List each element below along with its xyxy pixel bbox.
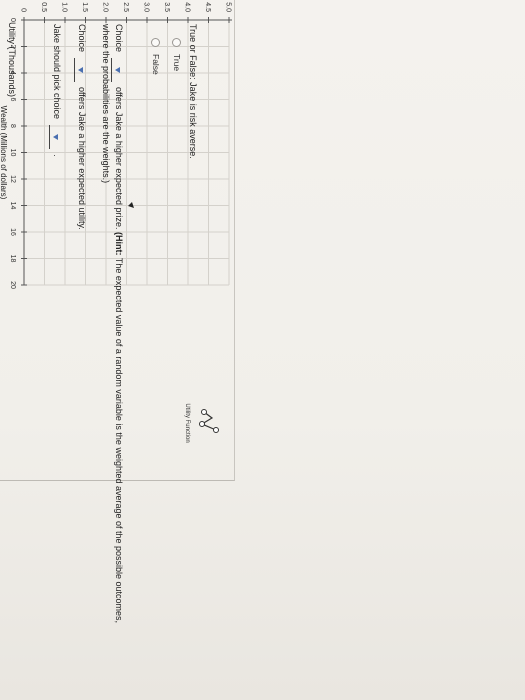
pick-period: . xyxy=(52,154,62,157)
question-pick-choice: Jake should pick choice . xyxy=(49,24,62,157)
option-false[interactable]: False xyxy=(151,38,161,75)
polyline-node-icon xyxy=(201,409,207,415)
choice-dropdown-utility[interactable] xyxy=(74,57,86,82)
x-tick-label: 8 xyxy=(9,124,16,128)
hint-text: The expected value of a random variable … xyxy=(114,257,124,624)
option-true[interactable]: True xyxy=(172,38,182,71)
page-content: 0 0.5 1.0 1.5 2.0 2.5 3.0 3.5 4.0 4.5 5.0 0 2 4 6 8 10 12… xyxy=(0,0,525,700)
y-tick-label: 2.0 xyxy=(102,2,109,12)
y-tick-label: 0 xyxy=(20,8,27,12)
y-axis-title: Utility (Thousands) xyxy=(7,22,17,97)
caret-down-icon xyxy=(53,133,58,140)
y-tick-label: 1.0 xyxy=(61,2,68,12)
choice-dropdown-pick[interactable] xyxy=(49,124,61,149)
x-tick-label: 6 xyxy=(9,98,16,102)
y-tick-label: 5.0 xyxy=(225,2,232,12)
x-tick-label: 20 xyxy=(9,281,16,289)
question-expected-utility: Choice offers Jake a higher expected uti… xyxy=(74,24,87,230)
hint-label: (Hint: xyxy=(114,231,124,256)
x-axis-title: Wealth (Millions of dollars) xyxy=(0,106,8,200)
question-risk-averse: True or False: Jake is risk averse. xyxy=(188,24,198,159)
choice-word-3: Choice xyxy=(77,24,87,53)
x-tick-label: 14 xyxy=(9,202,16,210)
radio-false[interactable] xyxy=(151,38,161,47)
utility-function-label: Utility Function xyxy=(184,403,190,442)
prize-sentence: offers Jake a higher expected prize. xyxy=(114,87,124,230)
x-tick-label: 10 xyxy=(9,149,16,157)
x-tick-label: 18 xyxy=(9,255,16,263)
choice-word-2: Choice xyxy=(114,24,124,53)
y-tick-label: 4.0 xyxy=(184,2,191,12)
y-tick-label: 3.5 xyxy=(163,2,170,12)
x-tick-label: 12 xyxy=(9,175,16,183)
option-true-label: True xyxy=(172,54,182,72)
y-tick-label: 3.0 xyxy=(143,2,150,12)
y-tick-label: 4.5 xyxy=(204,2,211,12)
x-tick-label: 16 xyxy=(9,228,16,236)
y-tick-label: 2.5 xyxy=(122,2,129,12)
utility-sentence: offers Jake a higher expected utility. xyxy=(77,87,87,230)
question-expected-prize: Choice offers Jake a higher expected pri… xyxy=(111,24,124,624)
hint-line-2: where the probabilities are the weights.… xyxy=(101,24,111,184)
utility-function-tool[interactable]: Utility Function xyxy=(184,403,219,443)
caret-down-icon xyxy=(78,66,83,73)
radio-true[interactable] xyxy=(172,38,182,47)
choice-dropdown-prize[interactable] xyxy=(111,57,123,82)
y-tick-label: 0.5 xyxy=(40,2,47,12)
caret-down-icon xyxy=(115,66,120,73)
pick-sentence: Jake should pick choice xyxy=(52,24,62,120)
y-tick-label: 1.5 xyxy=(81,2,88,12)
polyline-node-icon xyxy=(199,421,205,427)
polyline-node-icon xyxy=(213,427,219,433)
option-false-label: False xyxy=(151,54,161,75)
